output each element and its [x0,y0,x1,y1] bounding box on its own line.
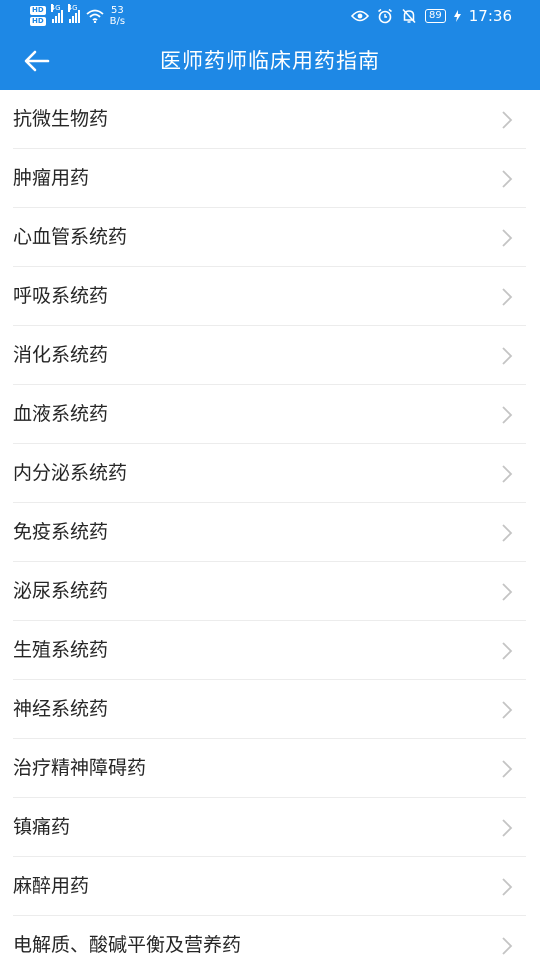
list-item-label: 神经系统药 [13,698,109,720]
chevron-right-icon [502,819,513,837]
chevron-right-icon [502,465,513,483]
nav-bar: 医师药师临床用药指南 [0,32,540,90]
list-item-label: 治疗精神障碍药 [13,757,147,779]
app-header: HD HD 4G 4G 53 B/s 89 17:36 医师药师临床用药指南 [0,0,540,90]
list-item-label: 电解质、酸碱平衡及营养药 [13,934,242,956]
list-item[interactable]: 生殖系统药 [0,621,540,680]
list-item-label: 内分泌系统药 [13,462,128,484]
list-item-label: 生殖系统药 [13,639,109,661]
list-item[interactable]: 心血管系统药 [0,208,540,267]
list-item[interactable]: 麻醉用药 [0,857,540,916]
list-item-label: 免疫系统药 [13,521,109,543]
list-item-label: 肿瘤用药 [13,167,90,189]
bell-off-icon [402,8,416,24]
network-type-label: 4G [67,4,78,12]
signal-icon: 4G [50,4,63,23]
back-arrow-icon [24,50,50,72]
chevron-right-icon [502,642,513,660]
list-item[interactable]: 泌尿系统药 [0,562,540,621]
list-item-label: 泌尿系统药 [13,580,109,602]
network-speed: 53 B/s [110,5,125,27]
chevron-right-icon [502,937,513,955]
hd-badge-bottom: HD [30,17,46,26]
chevron-right-icon [502,170,513,188]
status-bar: HD HD 4G 4G 53 B/s 89 17:36 [0,0,540,32]
list-item[interactable]: 抗微生物药 [0,90,540,149]
hd-badge-top: HD [30,6,46,15]
status-right: 89 17:36 [351,5,512,27]
list-item[interactable]: 免疫系统药 [0,503,540,562]
list-item[interactable]: 镇痛药 [0,798,540,857]
chevron-right-icon [502,347,513,365]
list-item[interactable]: 治疗精神障碍药 [0,739,540,798]
speed-unit: B/s [109,16,126,27]
list-item-label: 抗微生物药 [13,108,109,130]
list-item-label: 消化系统药 [13,344,109,366]
list-item-label: 呼吸系统药 [13,285,109,307]
speed-value: 53 [111,5,124,16]
chevron-right-icon [502,583,513,601]
list-item-label: 镇痛药 [13,816,71,838]
list-item-label: 麻醉用药 [13,875,90,897]
page-title: 医师药师临床用药指南 [160,49,380,73]
eye-icon [351,10,370,22]
chevron-right-icon [502,760,513,778]
category-list: 抗微生物药 肿瘤用药 心血管系统药 呼吸系统药 消化系统药 血液系统药 内分泌系… [0,90,540,975]
chevron-right-icon [502,878,513,896]
chevron-right-icon [502,111,513,129]
list-item[interactable]: 电解质、酸碱平衡及营养药 [0,916,540,975]
list-item[interactable]: 肿瘤用药 [0,149,540,208]
alarm-icon [378,8,392,24]
list-item[interactable]: 消化系统药 [0,326,540,385]
chevron-right-icon [502,524,513,542]
list-item[interactable]: 内分泌系统药 [0,444,540,503]
hd-badges: HD HD [30,6,46,26]
chevron-right-icon [502,701,513,719]
back-button[interactable] [16,40,58,82]
list-item[interactable]: 呼吸系统药 [0,267,540,326]
list-item[interactable]: 神经系统药 [0,680,540,739]
wifi-icon [86,9,104,23]
chevron-right-icon [502,406,513,424]
network-type-label: 4G [50,4,61,12]
signal-icon: 4G [67,4,80,23]
battery-level: 89 [425,9,446,23]
list-item[interactable]: 血液系统药 [0,385,540,444]
status-time: 17:36 [468,7,512,25]
list-item-label: 心血管系统药 [13,226,128,248]
chevron-right-icon [502,229,513,247]
list-item-label: 血液系统药 [13,403,109,425]
chevron-right-icon [502,288,513,306]
status-left: HD HD 4G 4G 53 B/s [30,3,125,29]
charging-icon [453,10,461,22]
